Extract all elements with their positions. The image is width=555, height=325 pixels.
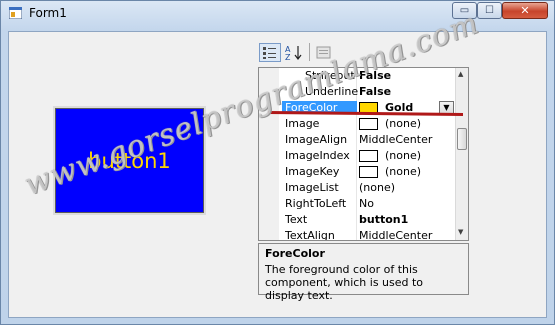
- description-title: ForeColor: [265, 247, 325, 260]
- property-name: ImageKey: [285, 165, 340, 178]
- property-row[interactable]: ImageKey (none): [259, 164, 455, 180]
- minimize-icon: ▭: [459, 5, 470, 16]
- maximize-button[interactable]: ☐: [477, 2, 502, 19]
- button1-control[interactable]: button1: [53, 106, 206, 215]
- toolbar-separator: [309, 43, 310, 61]
- property-value[interactable]: False: [359, 85, 391, 98]
- property-name: TextAlign: [285, 229, 335, 241]
- property-value[interactable]: MiddleCenter: [359, 229, 432, 240]
- color-swatch: [359, 150, 378, 162]
- property-name: Image: [285, 117, 320, 130]
- property-row[interactable]: ImageIndex (none): [259, 148, 455, 164]
- description-pane: ForeColor The foreground color of this c…: [258, 243, 469, 302]
- categorized-icon: [263, 47, 276, 59]
- close-button[interactable]: ✕: [502, 2, 548, 19]
- property-grid: Strikeout False Underline False ForeColor Gol…: [258, 67, 469, 241]
- alphabetical-sort-icon: A Z: [285, 45, 302, 62]
- property-name: ImageIndex: [285, 149, 350, 162]
- scroll-down-icon[interactable]: ▼: [458, 228, 463, 236]
- property-row[interactable]: Underline False: [259, 84, 455, 100]
- property-value[interactable]: (none): [359, 181, 395, 194]
- property-name: ImageAlign: [285, 133, 348, 146]
- property-name: RightToLeft: [285, 197, 347, 210]
- property-row[interactable]: Text button1: [259, 212, 455, 228]
- property-value[interactable]: No: [359, 197, 374, 210]
- property-row[interactable]: Strikeout False: [259, 68, 455, 84]
- description-text: The foreground color of this component, …: [265, 263, 424, 302]
- property-name: ImageList: [285, 181, 339, 194]
- property-row[interactable]: ImageList (none): [259, 180, 455, 196]
- grid-scrollbar[interactable]: ▲ ▼: [455, 68, 468, 240]
- form-app-icon: [9, 7, 22, 19]
- maximize-icon: ☐: [485, 5, 494, 16]
- property-value[interactable]: False: [359, 69, 391, 82]
- scroll-thumb[interactable]: [457, 128, 467, 150]
- alphabetical-view-button[interactable]: A Z: [283, 43, 305, 62]
- property-pages-button[interactable]: [315, 43, 333, 62]
- property-name: Text: [285, 213, 308, 226]
- property-value[interactable]: (none): [385, 117, 421, 130]
- property-value[interactable]: (none): [385, 165, 421, 178]
- property-value[interactable]: button1: [359, 213, 408, 226]
- property-row[interactable]: TextAlign MiddleCenter: [259, 228, 455, 241]
- property-pages-icon: [316, 46, 331, 59]
- color-swatch: [359, 118, 378, 130]
- title-bar[interactable]: Form1 ▭ ☐ ✕: [1, 1, 554, 25]
- property-row[interactable]: RightToLeft No: [259, 196, 455, 212]
- close-icon: ✕: [520, 4, 530, 17]
- window-title: Form1: [29, 6, 67, 20]
- property-value[interactable]: MiddleCenter: [359, 133, 432, 146]
- scroll-up-icon[interactable]: ▲: [458, 70, 463, 78]
- svg-text:Z: Z: [285, 53, 291, 62]
- property-row[interactable]: ImageAlign MiddleCenter: [259, 132, 455, 148]
- button1-label: button1: [88, 148, 171, 173]
- property-row[interactable]: Image (none): [259, 116, 455, 132]
- color-swatch: [359, 166, 378, 178]
- categorized-view-button[interactable]: [259, 43, 281, 62]
- property-value[interactable]: (none): [385, 149, 421, 162]
- minimize-button[interactable]: ▭: [452, 2, 477, 19]
